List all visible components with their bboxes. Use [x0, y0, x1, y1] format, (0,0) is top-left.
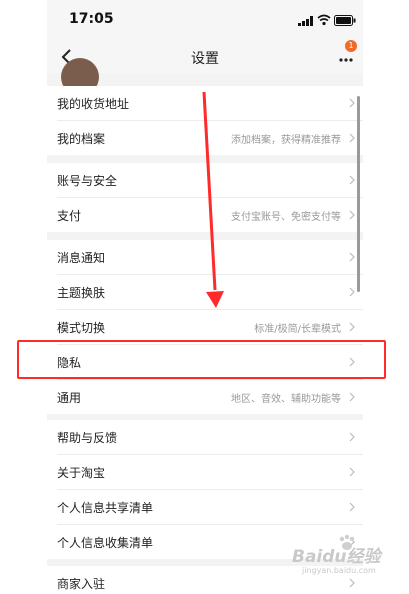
paw-icon [339, 534, 355, 550]
red-arrow-annotation [202, 91, 224, 308]
watermark-url: jingyan.baidu.com [302, 566, 376, 575]
watermark: Baidu经验 jingyan.baidu.com [292, 534, 382, 584]
